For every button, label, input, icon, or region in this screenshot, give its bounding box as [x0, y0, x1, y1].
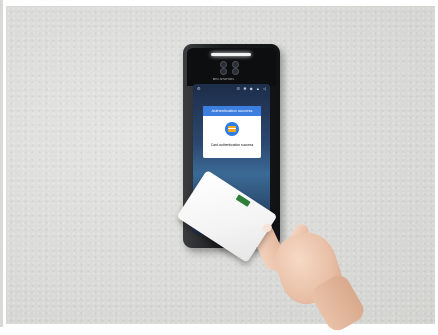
left-border — [0, 0, 3, 327]
sensor-icon — [232, 68, 239, 75]
card-stripe — [228, 128, 236, 129]
led-light-bar — [211, 53, 251, 56]
dialog-message: Card authentication success — [210, 143, 254, 147]
status-icons: ☰ ✱ ◆ ▲ ◁ — [236, 86, 267, 91]
dialog-title: Authentication success — [203, 106, 261, 116]
card-icon — [225, 122, 239, 136]
status-bar: ⚙ ☰ ✱ ◆ ▲ ◁ — [197, 86, 267, 92]
camera-lens-icon — [220, 61, 227, 68]
sensor-icon — [220, 68, 227, 75]
device-brand-label: BIO-STATION — [213, 77, 234, 81]
menu-icon: ⚙ — [197, 86, 201, 91]
camera-bezel: BIO-STATION — [187, 48, 276, 86]
card-glyph — [228, 126, 236, 132]
camera-lens-icon — [232, 61, 239, 68]
card-logo — [235, 194, 251, 207]
auth-dialog: Authentication success Card authenticati… — [203, 106, 261, 158]
